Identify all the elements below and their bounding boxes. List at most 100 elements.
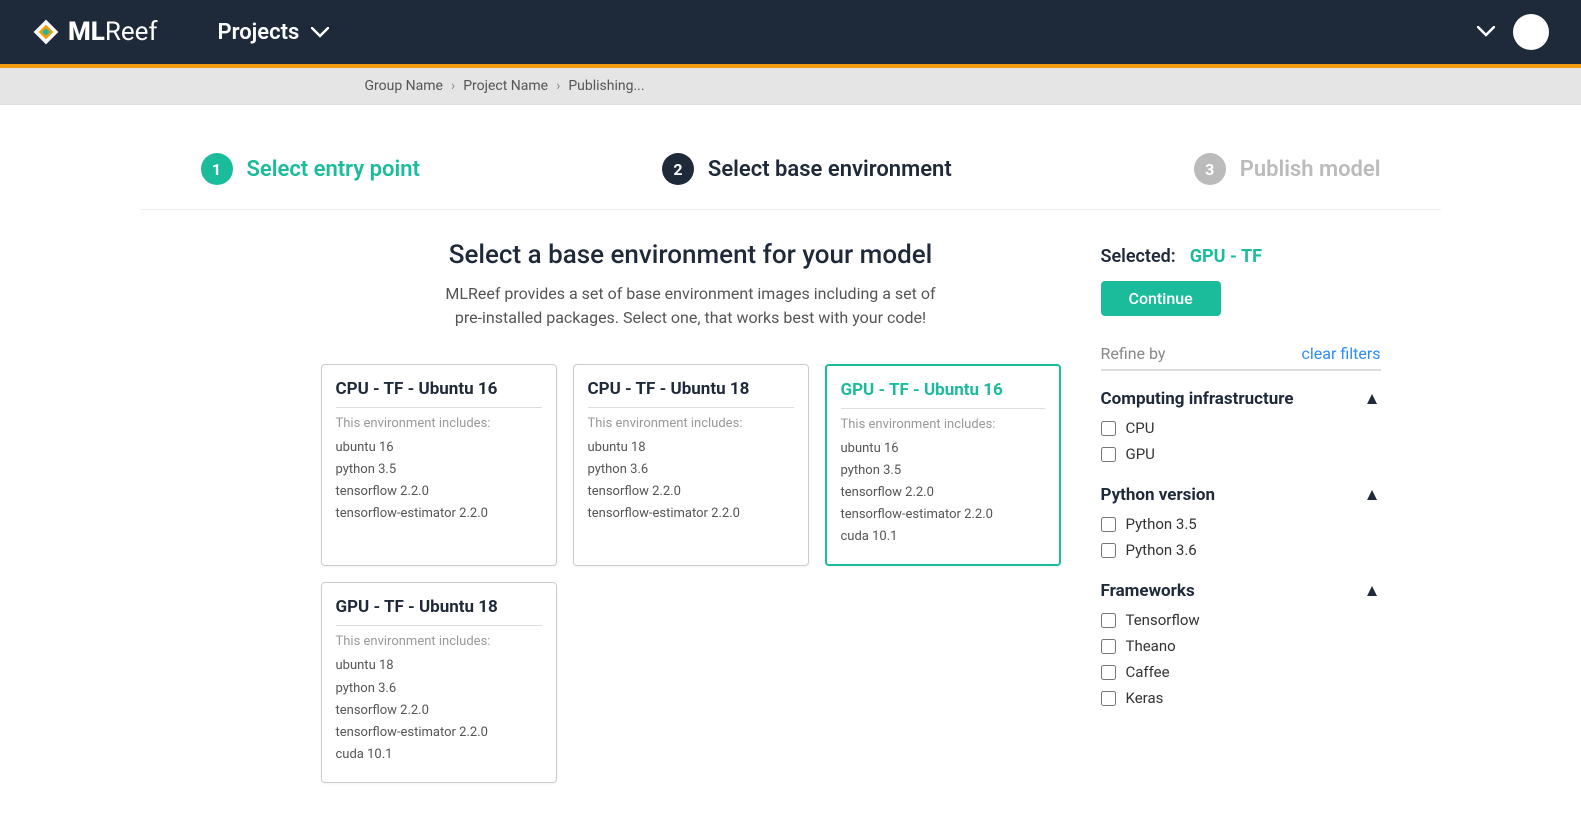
card-title: CPU - TF - Ubuntu 18 (588, 379, 794, 408)
filter-group-header[interactable]: Computing infrastructure ▲ (1101, 389, 1381, 409)
step-label: Select entry point (247, 157, 420, 182)
user-menu-chevron-icon[interactable] (1477, 23, 1495, 42)
filter-checkbox[interactable] (1101, 639, 1116, 654)
filter-option[interactable]: Python 3.5 (1101, 515, 1381, 533)
brand-logo[interactable]: MLReef (32, 17, 158, 47)
card-package-item: tensorflow 2.2.0 (588, 481, 794, 503)
filter-options: Tensorflow Theano Caffee Keras (1101, 611, 1381, 707)
card-includes-label: This environment includes: (588, 416, 794, 431)
refine-row: Refine by clear filters (1101, 344, 1381, 371)
card-package-item: ubuntu 18 (588, 437, 794, 459)
filter-option-label: Python 3.6 (1126, 541, 1197, 559)
breadcrumb-project[interactable]: Project Name (463, 78, 548, 94)
chevron-right-icon: › (556, 78, 560, 94)
step-publish-model[interactable]: 3 Publish model (1194, 153, 1381, 185)
filter-checkbox[interactable] (1101, 517, 1116, 532)
card-package-item: cuda 10.1 (336, 744, 542, 766)
filter-option[interactable]: CPU (1101, 419, 1381, 437)
chevron-up-icon: ▲ (1364, 581, 1381, 601)
card-package-item: tensorflow 2.2.0 (841, 482, 1045, 504)
filter-group-title: Computing infrastructure (1101, 389, 1294, 409)
card-package-item: tensorflow-estimator 2.2.0 (336, 722, 542, 744)
selected-value: GPU - TF (1190, 246, 1262, 267)
card-package-item: python 3.5 (841, 460, 1045, 482)
card-package-list: ubuntu 16python 3.5tensorflow 2.2.0tenso… (841, 438, 1045, 548)
filter-option-label: CPU (1126, 419, 1155, 437)
card-package-item: tensorflow-estimator 2.2.0 (841, 504, 1045, 526)
card-package-list: ubuntu 16python 3.5tensorflow 2.2.0tenso… (336, 437, 542, 525)
card-includes-label: This environment includes: (336, 634, 542, 649)
filter-checkbox[interactable] (1101, 447, 1116, 462)
card-package-list: ubuntu 18python 3.6tensorflow 2.2.0tenso… (588, 437, 794, 525)
card-package-item: tensorflow 2.2.0 (336, 700, 542, 722)
card-package-item: ubuntu 18 (336, 655, 542, 677)
content-area: Select a base environment for your model… (321, 240, 1061, 783)
card-package-list: ubuntu 18python 3.6tensorflow 2.2.0tenso… (336, 655, 542, 765)
selected-label: Selected: (1101, 246, 1176, 267)
nav-projects[interactable]: Projects (218, 20, 330, 45)
card-package-item: python 3.5 (336, 459, 542, 481)
step-number: 1 (201, 153, 233, 185)
breadcrumb-group[interactable]: Group Name (365, 78, 443, 94)
page-title: Select a base environment for your model (321, 240, 1061, 270)
filter-option-label: Theano (1126, 637, 1176, 655)
chevron-right-icon: › (451, 78, 455, 94)
step-select-base-environment[interactable]: 2 Select base environment (662, 153, 952, 185)
filter-checkbox[interactable] (1101, 613, 1116, 628)
filter-option[interactable]: Caffee (1101, 663, 1381, 681)
stepper: 1 Select entry point 2 Select base envir… (141, 105, 1441, 210)
step-label: Select base environment (708, 157, 952, 182)
avatar[interactable] (1513, 14, 1549, 50)
filter-option[interactable]: Theano (1101, 637, 1381, 655)
filter-option-label: GPU (1126, 445, 1155, 463)
refine-by-label: Refine by (1101, 344, 1166, 363)
chevron-up-icon: ▲ (1364, 485, 1381, 505)
clear-filters-link[interactable]: clear filters (1302, 344, 1381, 363)
selected-row: Selected: GPU - TF (1101, 246, 1381, 267)
card-package-item: python 3.6 (336, 678, 542, 700)
step-select-entry-point[interactable]: 1 Select entry point (201, 153, 420, 185)
filter-option-label: Caffee (1126, 663, 1170, 681)
topbar: MLReef Projects (0, 0, 1581, 64)
breadcrumb-current: Publishing... (568, 78, 644, 94)
filter-options: Python 3.5 Python 3.6 (1101, 515, 1381, 559)
breadcrumb-bar: Group Name › Project Name › Publishing..… (0, 68, 1581, 105)
filter-group: Computing infrastructure ▲ CPU GPU (1101, 389, 1381, 463)
step-label: Publish model (1240, 157, 1381, 182)
main-content: Select a base environment for your model… (141, 210, 1441, 823)
card-title: GPU - TF - Ubuntu 16 (841, 380, 1045, 409)
filter-checkbox[interactable] (1101, 421, 1116, 436)
filter-group: Python version▲ Python 3.5 Python 3.6 (1101, 485, 1381, 559)
environment-card[interactable]: CPU - TF - Ubuntu 16This environment inc… (321, 364, 557, 566)
filter-option-label: Python 3.5 (1126, 515, 1197, 533)
filter-checkbox[interactable] (1101, 543, 1116, 558)
filter-option-label: Keras (1126, 689, 1164, 707)
card-package-item: tensorflow 2.2.0 (336, 481, 542, 503)
card-package-item: ubuntu 16 (336, 437, 542, 459)
environment-card[interactable]: GPU - TF - Ubuntu 16This environment inc… (825, 364, 1061, 566)
filter-checkbox[interactable] (1101, 665, 1116, 680)
chevron-up-icon: ▲ (1364, 389, 1381, 409)
card-package-item: python 3.6 (588, 459, 794, 481)
filter-group: Frameworks▲ Tensorflow Theano Caffee Keras (1101, 581, 1381, 707)
nav-projects-label: Projects (218, 20, 300, 45)
environment-card[interactable]: GPU - TF - Ubuntu 18 This environment inc… (321, 582, 557, 782)
filter-group-header[interactable]: Frameworks▲ (1101, 581, 1381, 601)
mlreef-logo-icon (32, 18, 60, 46)
continue-button[interactable]: Continue (1101, 281, 1221, 316)
filter-option[interactable]: Keras (1101, 689, 1381, 707)
breadcrumb: Group Name › Project Name › Publishing..… (141, 68, 1441, 104)
filter-options: CPU GPU (1101, 419, 1381, 463)
environment-card[interactable]: CPU - TF - Ubuntu 18 This environment inc… (573, 364, 809, 566)
card-includes-label: This environment includes: (336, 416, 542, 431)
chevron-down-icon (311, 20, 329, 45)
card-title: GPU - TF - Ubuntu 18 (336, 597, 542, 626)
step-number: 3 (1194, 153, 1226, 185)
filter-option[interactable]: Python 3.6 (1101, 541, 1381, 559)
filter-option[interactable]: Tensorflow (1101, 611, 1381, 629)
filter-option[interactable]: GPU (1101, 445, 1381, 463)
filter-checkbox[interactable] (1101, 691, 1116, 706)
filter-group-header[interactable]: Python version▲ (1101, 485, 1381, 505)
step-number: 2 (662, 153, 694, 185)
brand-text: MLReef (68, 17, 158, 47)
